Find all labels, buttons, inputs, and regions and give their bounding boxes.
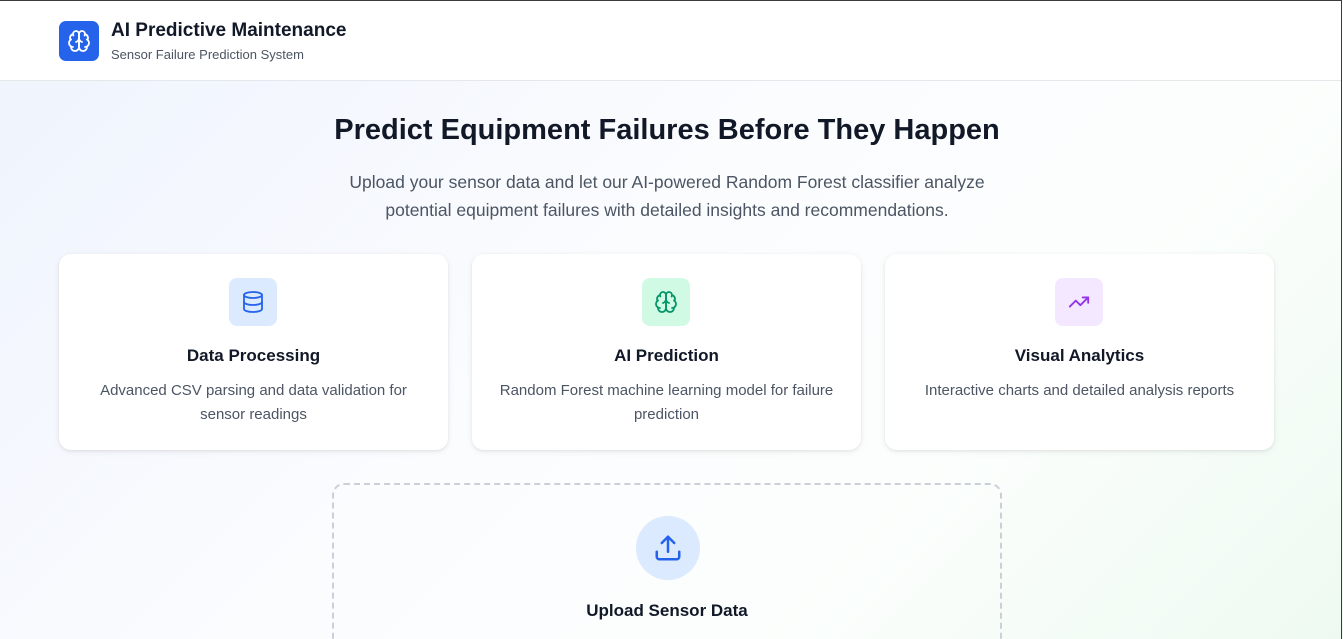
app-subtitle: Sensor Failure Prediction System [111,47,304,62]
app-title: AI Predictive Maintenance [111,20,347,41]
feature-card-ai-prediction: AI Prediction Random Forest machine lear… [472,254,861,450]
upload-dropzone[interactable]: Upload Sensor Data [332,483,1002,639]
feature-card-data-processing: Data Processing Advanced CSV parsing and… [59,254,448,450]
trending-up-icon [1068,296,1090,308]
feature-description: Random Forest machine learning model for… [499,382,834,423]
feature-title: Data Processing [186,346,321,365]
hero-description: Upload your sensor data and let our AI-p… [349,172,985,220]
upload-icon-wrapper[interactable] [636,516,700,580]
upload-icon [655,535,681,561]
feature-title: Visual Analytics [1014,346,1145,365]
feature-card-visual-analytics: Visual Analytics Interactive charts and … [885,254,1274,450]
upload-title: Upload Sensor Data [586,601,748,620]
feature-icon-wrapper [1055,278,1103,326]
feature-description: Advanced CSV parsing and data validation… [100,382,407,423]
database-icon [243,291,263,313]
feature-title: AI Prediction [614,346,719,365]
feature-icon-wrapper [229,278,277,326]
app-header: AI Predictive Maintenance Sensor Failure… [0,0,1342,81]
feature-description: Interactive charts and detailed analysis… [924,382,1235,399]
hero-title: Predict Equipment Failures Before They H… [334,114,1000,146]
app-logo [59,21,99,61]
brain-icon [68,30,90,52]
feature-icon-wrapper [642,278,690,326]
brain-icon [655,291,677,313]
